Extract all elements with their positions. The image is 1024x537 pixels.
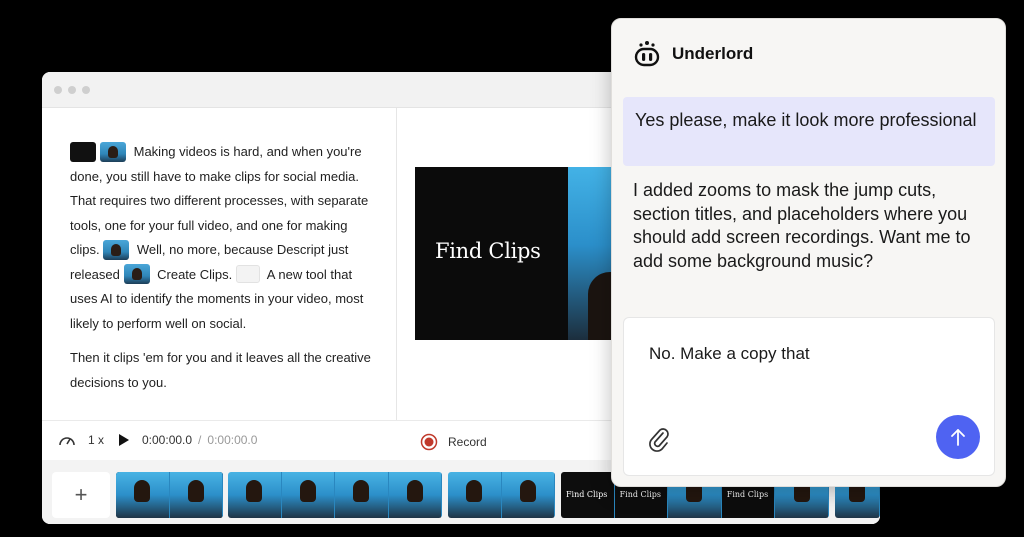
robot-icon: [634, 41, 660, 67]
message-composer[interactable]: No. Make a copy that: [623, 317, 995, 476]
user-message: Yes please, make it look more profession…: [623, 97, 995, 166]
timeline-clip[interactable]: [448, 472, 555, 518]
speaker-thumbnail-icon[interactable]: [100, 141, 126, 162]
blank-scene-icon[interactable]: [235, 265, 260, 284]
speaker-thumbnail-icon[interactable]: [123, 264, 150, 285]
send-button[interactable]: [936, 415, 980, 459]
record-button[interactable]: Record: [420, 433, 487, 451]
underlord-panel: Underlord Yes please, make it look more …: [611, 18, 1006, 487]
script-text[interactable]: Then it clips 'em for you and it leaves …: [70, 350, 371, 390]
script-paragraph[interactable]: Then it clips 'em for you and it leaves …: [70, 346, 376, 395]
time-current: 0:00:00.0: [142, 433, 193, 447]
clip-frame: [228, 472, 282, 518]
clip-frame: [281, 472, 335, 518]
clip-frame: [116, 472, 170, 518]
scene-thumbnail-icon[interactable]: [70, 141, 96, 162]
clip-frame: [448, 472, 502, 518]
panel-header: Underlord: [632, 39, 753, 69]
timeline-clip[interactable]: [228, 472, 442, 518]
paperclip-icon[interactable]: [648, 426, 670, 452]
speed-control[interactable]: 1 x: [58, 433, 104, 447]
window-dot[interactable]: [54, 86, 62, 94]
record-label: Record: [448, 435, 487, 449]
playback-time: 0:00:00.0 / 0:00:00.0: [118, 433, 257, 447]
play-icon[interactable]: [118, 433, 130, 447]
arrow-up-icon: [951, 429, 965, 446]
script-text[interactable]: Create Clips.: [157, 267, 232, 282]
clip-title-text: Find Clips: [726, 490, 769, 499]
clip-frame: [388, 472, 442, 518]
clip-frame: [335, 472, 389, 518]
panel-title: Underlord: [672, 44, 754, 63]
add-clip-button[interactable]: +: [52, 472, 110, 518]
clip-title-text: Find Clips: [619, 490, 661, 499]
speed-icon: [59, 437, 75, 446]
record-icon: [420, 433, 438, 451]
clip-title-text: Find Clips: [566, 490, 608, 499]
timeline-clip[interactable]: [116, 472, 223, 518]
script-editor[interactable]: Making videos is hard, and when you're d…: [42, 108, 397, 420]
clip-frame: [501, 472, 555, 518]
script-paragraph[interactable]: Making videos is hard, and when you're d…: [70, 140, 376, 336]
time-total: 0:00:00.0: [207, 433, 258, 447]
preview-title: Find Clips: [435, 239, 541, 263]
clip-frame-title: Find Clips: [561, 472, 615, 518]
clip-frame: [169, 472, 223, 518]
add-icon: +: [74, 482, 88, 507]
speed-value: 1 x: [88, 433, 105, 447]
assistant-message: I added zooms to mask the jump cuts, sec…: [633, 180, 971, 271]
speaker-thumbnail-icon[interactable]: [103, 239, 130, 260]
message-input[interactable]: No. Make a copy that: [649, 344, 810, 364]
window-dot[interactable]: [68, 86, 76, 94]
window-dot[interactable]: [82, 86, 90, 94]
time-separator: /: [198, 433, 202, 447]
